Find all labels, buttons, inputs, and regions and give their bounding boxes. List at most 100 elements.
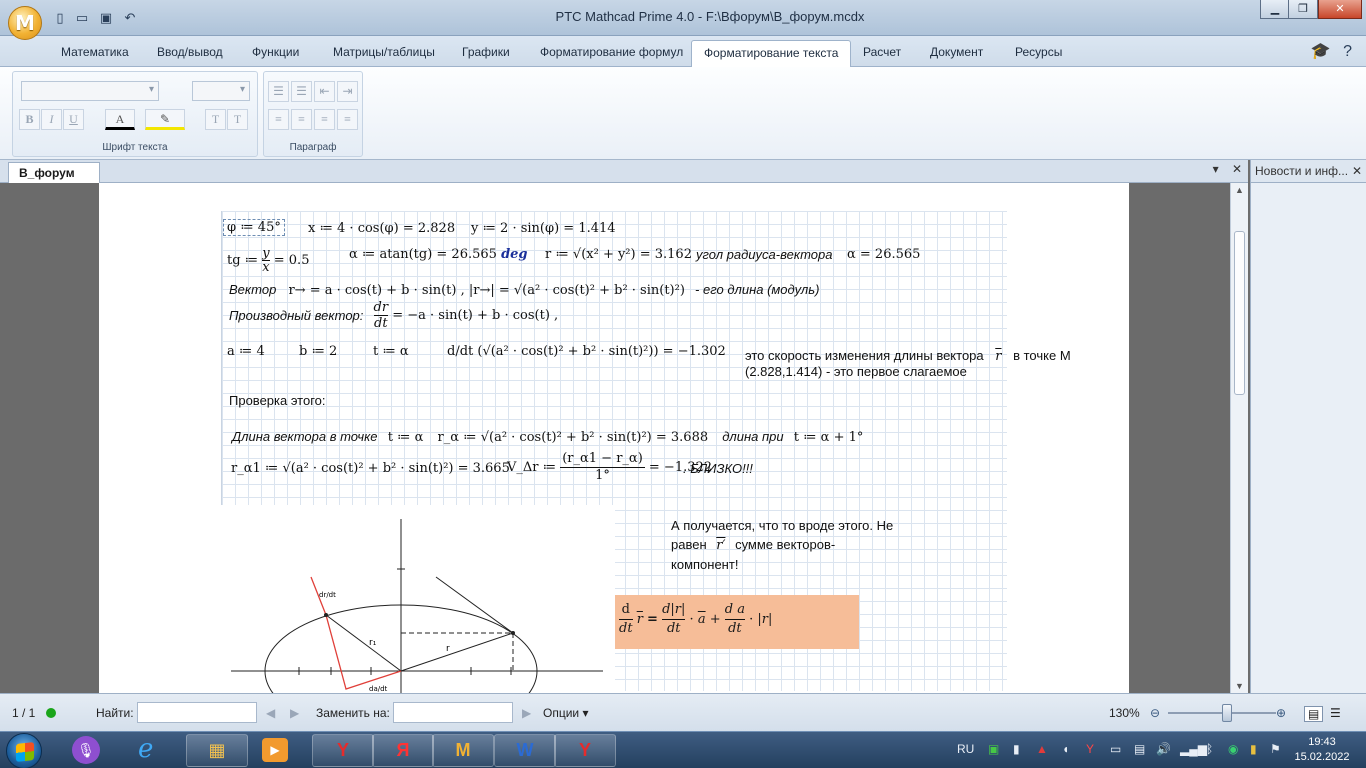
- tab-math-formatting[interactable]: Форматирование формул: [528, 40, 695, 67]
- text-color-button[interactable]: A: [105, 109, 135, 130]
- math-region-r[interactable]: r ≔ √(x² + y²) = 3.162: [545, 247, 692, 262]
- math-region-alpha[interactable]: α ≔ atan(tg) = 26.565 deg: [349, 247, 528, 262]
- open-folder-icon[interactable]: ▭: [74, 10, 90, 26]
- text-region-note1[interactable]: это скорость изменения длины вектора r в…: [745, 348, 1071, 379]
- math-region-alpha-eval[interactable]: α = 26.565: [847, 247, 920, 262]
- italic-button[interactable]: I: [41, 109, 62, 130]
- bullet-list-icon[interactable]: ☰: [268, 81, 289, 102]
- numbered-list-icon[interactable]: ☰: [291, 81, 312, 102]
- scroll-down-icon[interactable]: ▼: [1235, 681, 1244, 691]
- math-region-b[interactable]: b ≔ 2: [299, 344, 337, 359]
- tab-document[interactable]: Документ: [918, 40, 995, 67]
- microphone-icon[interactable]: 🎙: [72, 736, 100, 764]
- tab-calculation[interactable]: Расчет: [851, 40, 913, 67]
- replace-input[interactable]: [393, 702, 513, 723]
- bold-button[interactable]: B: [19, 109, 40, 130]
- tab-list-chevron-icon[interactable]: ▾: [1213, 162, 1219, 176]
- math-region-vector[interactable]: Вектор r→ = a · cos(t) + b · sin(t) , |r…: [229, 282, 819, 298]
- find-prev-icon[interactable]: ◀: [266, 706, 275, 720]
- document-tab[interactable]: В_форум: [8, 162, 100, 183]
- new-document-icon[interactable]: ▯: [52, 10, 68, 26]
- close-panel-icon[interactable]: ✕: [1352, 160, 1362, 182]
- find-input[interactable]: [137, 702, 257, 723]
- help-icon[interactable]: ?: [1343, 43, 1352, 60]
- graduation-cap-icon[interactable]: 🎓: [1311, 43, 1331, 60]
- yandex-browser-button-2[interactable]: Y: [554, 734, 616, 767]
- tray-shield-icon[interactable]: ◖: [1062, 742, 1069, 756]
- yandex-app-button[interactable]: Я: [372, 734, 434, 767]
- tray-flag-icon[interactable]: ⚑: [1270, 742, 1281, 756]
- align-justify-icon[interactable]: ≡: [337, 109, 358, 130]
- tab-text-formatting[interactable]: Форматирование текста: [691, 40, 852, 68]
- increase-indent-icon[interactable]: ⇥: [337, 81, 358, 102]
- close-button[interactable]: ✕: [1318, 0, 1362, 19]
- superscript-button[interactable]: T: [205, 109, 226, 130]
- zoom-in-icon[interactable]: ⊕: [1276, 706, 1286, 720]
- text-region-note2[interactable]: А получается, что то вроде этого. Не рав…: [671, 516, 893, 574]
- mathcad-taskbar-button[interactable]: M: [432, 734, 494, 767]
- mathcad-logo-icon[interactable]: M: [8, 6, 42, 40]
- scroll-thumb[interactable]: [1234, 231, 1245, 395]
- maximize-button[interactable]: ❐: [1288, 0, 1318, 19]
- align-center-icon[interactable]: ≡: [291, 109, 312, 130]
- tray-pdf-icon[interactable]: ▲: [1036, 742, 1048, 756]
- word-taskbar-button[interactable]: W: [494, 734, 556, 767]
- scroll-up-icon[interactable]: ▲: [1235, 185, 1244, 195]
- options-dropdown[interactable]: Опции ▾: [543, 706, 588, 720]
- signal-icon[interactable]: ▂▄▆: [1180, 742, 1207, 756]
- explorer-taskbar-button[interactable]: ▦: [186, 734, 248, 767]
- tab-matrices[interactable]: Матрицы/таблицы: [321, 40, 447, 67]
- tab-plots[interactable]: Графики: [450, 40, 522, 67]
- language-indicator[interactable]: RU: [957, 742, 974, 756]
- tray-display-icon[interactable]: ▭: [1110, 742, 1121, 756]
- media-player-icon[interactable]: ▶: [262, 738, 288, 762]
- math-region-tg[interactable]: tg ≔ y x = 0.5: [227, 247, 309, 274]
- tab-io[interactable]: Ввод/вывод: [145, 40, 235, 67]
- volume-icon[interactable]: 🔊: [1156, 742, 1171, 756]
- start-button[interactable]: [6, 733, 42, 768]
- tray-yandex-icon[interactable]: Y: [1086, 742, 1094, 756]
- internet-explorer-icon[interactable]: e: [138, 734, 153, 764]
- save-icon[interactable]: ▣: [98, 10, 114, 26]
- tray-usb-icon[interactable]: ▮: [1013, 742, 1020, 756]
- undo-icon[interactable]: ↶: [122, 10, 138, 26]
- tab-resources[interactable]: Ресурсы: [1003, 40, 1074, 67]
- math-region-x[interactable]: x ≔ 4 · cos(φ) = 2.828: [308, 221, 455, 236]
- align-right-icon[interactable]: ≡: [314, 109, 335, 130]
- tab-mathematics[interactable]: Математика: [49, 40, 141, 67]
- math-region-a[interactable]: a ≔ 4: [227, 344, 265, 359]
- replace-icon[interactable]: ▶: [522, 706, 531, 720]
- tab-functions[interactable]: Функции: [240, 40, 311, 67]
- yandex-browser-button[interactable]: Y: [312, 734, 374, 767]
- page-view-icon[interactable]: ▤: [1304, 706, 1324, 722]
- font-size-select[interactable]: [192, 81, 250, 101]
- zoom-slider-thumb[interactable]: [1222, 704, 1232, 722]
- math-region-phi[interactable]: φ ≔ 45°: [223, 219, 285, 236]
- worksheet-page[interactable]: φ ≔ 45° x ≔ 4 · cos(φ) = 2.828 y ≔ 2 · s…: [99, 183, 1129, 693]
- math-region-length-alpha[interactable]: Длина вектора в точке t ≔ α r_α ≔ √(a² ·…: [232, 429, 863, 445]
- math-region-derivative-vector[interactable]: Производный вектор: dr dt = −a · sin(t) …: [229, 300, 558, 331]
- math-region-length-alpha1[interactable]: r_α1 ≔ √(a² · cos(t)² + b² · sin(t)²) = …: [231, 461, 510, 476]
- worksheet-area[interactable]: φ ≔ 45° x ≔ 4 · cos(φ) = 2.828 y ≔ 2 · s…: [0, 183, 1230, 693]
- vertical-scrollbar[interactable]: ▲ ▼: [1230, 183, 1248, 693]
- decrease-indent-icon[interactable]: ⇤: [314, 81, 335, 102]
- align-left-icon[interactable]: ≡: [268, 109, 289, 130]
- underline-button[interactable]: U: [63, 109, 84, 130]
- minimize-button[interactable]: ▁: [1260, 0, 1290, 19]
- ellipse-sketch-image[interactable]: r₁ r dr/dt da/dt: [221, 505, 615, 693]
- math-region-y[interactable]: y ≔ 2 · sin(φ) = 1.414: [471, 221, 616, 236]
- highlight-color-icon[interactable]: ✎: [145, 109, 185, 130]
- tray-app-icon[interactable]: ▣: [988, 742, 999, 756]
- math-region-deriv-length[interactable]: d/dt (√(a² · cos(t)² + b² · sin(t)²)) = …: [447, 344, 726, 359]
- font-family-select[interactable]: [21, 81, 159, 101]
- check-heading[interactable]: Проверка этого:: [229, 393, 326, 408]
- clock[interactable]: 19:43 15.02.2022: [1290, 735, 1354, 765]
- math-region-velocity[interactable]: V_Δr ≔ (r_α1 − r_α) 1° = −1.322: [507, 451, 712, 484]
- close-document-icon[interactable]: ✕: [1232, 162, 1242, 176]
- find-next-icon[interactable]: ▶: [290, 706, 299, 720]
- math-region-t[interactable]: t ≔ α: [373, 344, 409, 359]
- highlighted-formula[interactable]: d dt r = d|r| dt · a + d a dt · |r|: [615, 595, 859, 649]
- subscript-button[interactable]: T: [227, 109, 248, 130]
- zoom-out-icon[interactable]: ⊖: [1150, 706, 1160, 720]
- tray-power-icon[interactable]: ▮: [1250, 742, 1257, 756]
